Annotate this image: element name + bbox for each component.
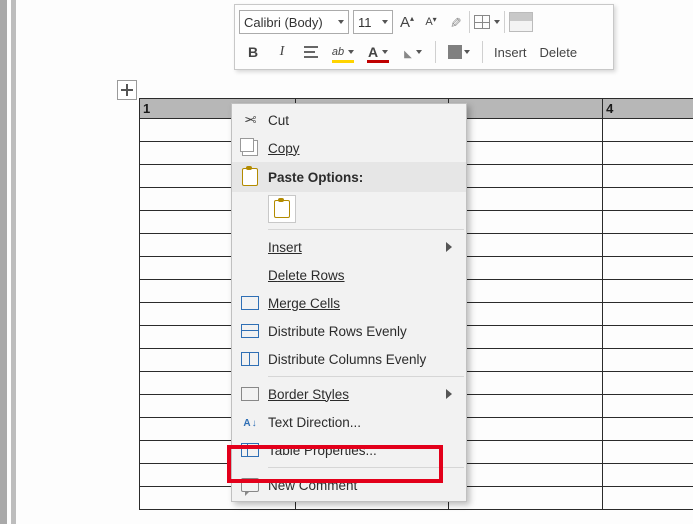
menu-text-direction-label: Text Direction... <box>268 415 452 430</box>
menu-table-properties[interactable]: Table Properties... <box>232 436 466 464</box>
table-move-handle[interactable] <box>117 80 137 100</box>
italic-glyph: I <box>280 44 285 60</box>
italic-button[interactable]: I <box>272 41 292 63</box>
fill-color-button[interactable] <box>400 41 426 63</box>
menu-insert[interactable]: Insert <box>232 233 466 261</box>
table-grid-button[interactable] <box>474 11 500 33</box>
menu-distribute-rows-label: Distribute Rows Evenly <box>268 324 452 339</box>
toolbar-separator <box>504 11 505 33</box>
font-color-button[interactable]: A <box>365 41 391 63</box>
distribute-rows-icon <box>241 324 259 338</box>
format-painter-icon <box>449 14 461 31</box>
menu-text-direction[interactable]: Text Direction... <box>232 408 466 436</box>
font-name-dropdown-icon[interactable] <box>334 20 348 24</box>
menu-delete-rows[interactable]: Delete Rows <box>232 261 466 289</box>
menu-separator <box>268 229 464 230</box>
menu-paste-options: Paste Options: <box>232 162 466 192</box>
menu-cut[interactable]: Cut <box>232 106 466 134</box>
font-color-glyph: A <box>368 44 378 60</box>
toolbar-separator <box>482 41 483 63</box>
bold-glyph: B <box>248 44 258 60</box>
font-name-combo[interactable]: Calibri (Body) <box>239 10 349 34</box>
insert-button[interactable]: Insert <box>492 41 529 63</box>
align-button[interactable] <box>301 41 321 63</box>
table-context-menu: Cut Copy Paste Options: Insert Delete Ro… <box>231 103 467 502</box>
format-painter-button[interactable] <box>445 11 465 33</box>
menu-merge-cells-label: Merge Cells <box>268 296 452 311</box>
text-direction-icon <box>242 415 258 429</box>
menu-insert-label: Insert <box>268 240 442 255</box>
grow-font-glyph: A <box>400 14 410 31</box>
font-size-dropdown-icon[interactable] <box>378 20 392 24</box>
insert-label: Insert <box>494 45 527 60</box>
submenu-arrow-icon <box>446 242 452 252</box>
shading-button[interactable] <box>445 41 473 63</box>
menu-border-styles-label: Border Styles <box>268 387 442 402</box>
menu-border-styles[interactable]: Border Styles <box>232 380 466 408</box>
font-color-bar <box>367 60 389 63</box>
menu-table-properties-label: Table Properties... <box>268 443 452 458</box>
menu-cut-label: Cut <box>268 113 452 128</box>
menu-new-comment[interactable]: New Comment <box>232 471 466 499</box>
menu-distribute-columns[interactable]: Distribute Columns Evenly <box>232 345 466 373</box>
border-styles-icon <box>241 387 259 401</box>
paste-option-keep-source[interactable] <box>268 195 296 223</box>
table-properties-icon <box>241 443 259 457</box>
mini-toolbar: Calibri (Body) 11 A▴ A▾ B I ab A <box>234 4 614 70</box>
distribute-columns-icon <box>241 352 259 366</box>
clipboard-icon <box>274 200 290 218</box>
menu-separator <box>268 467 464 468</box>
highlight-button[interactable]: ab <box>330 41 356 63</box>
window-edge <box>0 0 7 524</box>
move-icon <box>121 84 133 96</box>
highlight-color-bar <box>332 60 354 63</box>
shrink-font-button[interactable]: A▾ <box>421 11 441 33</box>
copy-icon <box>242 140 258 156</box>
menu-delete-rows-label: Delete Rows <box>268 268 452 283</box>
table-header-cell[interactable] <box>449 99 603 119</box>
table-header-cell[interactable]: 4 <box>603 99 693 119</box>
menu-copy-label: Copy <box>268 141 452 156</box>
bold-button[interactable]: B <box>243 41 263 63</box>
menu-distribute-rows[interactable]: Distribute Rows Evenly <box>232 317 466 345</box>
delete-label: Delete <box>540 45 578 60</box>
paste-icon <box>242 168 258 186</box>
menu-new-comment-label: New Comment <box>268 478 452 493</box>
font-size-combo[interactable]: 11 <box>353 10 393 34</box>
grow-font-button[interactable]: A▴ <box>397 11 417 33</box>
font-name-value: Calibri (Body) <box>240 15 334 30</box>
align-icon <box>304 46 318 58</box>
menu-distribute-columns-label: Distribute Columns Evenly <box>268 352 452 367</box>
menu-separator <box>268 376 464 377</box>
font-size-value: 11 <box>354 15 378 30</box>
menu-copy[interactable]: Copy <box>232 134 466 162</box>
toolbar-separator <box>469 11 470 33</box>
shading-swatch-icon <box>448 45 462 59</box>
submenu-arrow-icon <box>446 389 452 399</box>
bucket-icon <box>404 44 412 60</box>
paste-options-row <box>232 192 466 226</box>
menu-merge-cells[interactable]: Merge Cells <box>232 289 466 317</box>
scissors-icon <box>244 111 257 129</box>
table-style-button[interactable] <box>509 11 533 33</box>
merge-cells-icon <box>241 296 259 310</box>
delete-button[interactable]: Delete <box>538 41 580 63</box>
table-style-icon <box>509 12 533 32</box>
window-edge-inner <box>11 0 16 524</box>
menu-paste-options-label: Paste Options: <box>268 170 452 185</box>
comment-icon <box>241 478 259 492</box>
toolbar-separator <box>435 41 436 63</box>
shrink-font-glyph: A <box>425 16 432 28</box>
highlight-glyph: ab <box>332 46 344 58</box>
grid-icon <box>474 15 490 29</box>
